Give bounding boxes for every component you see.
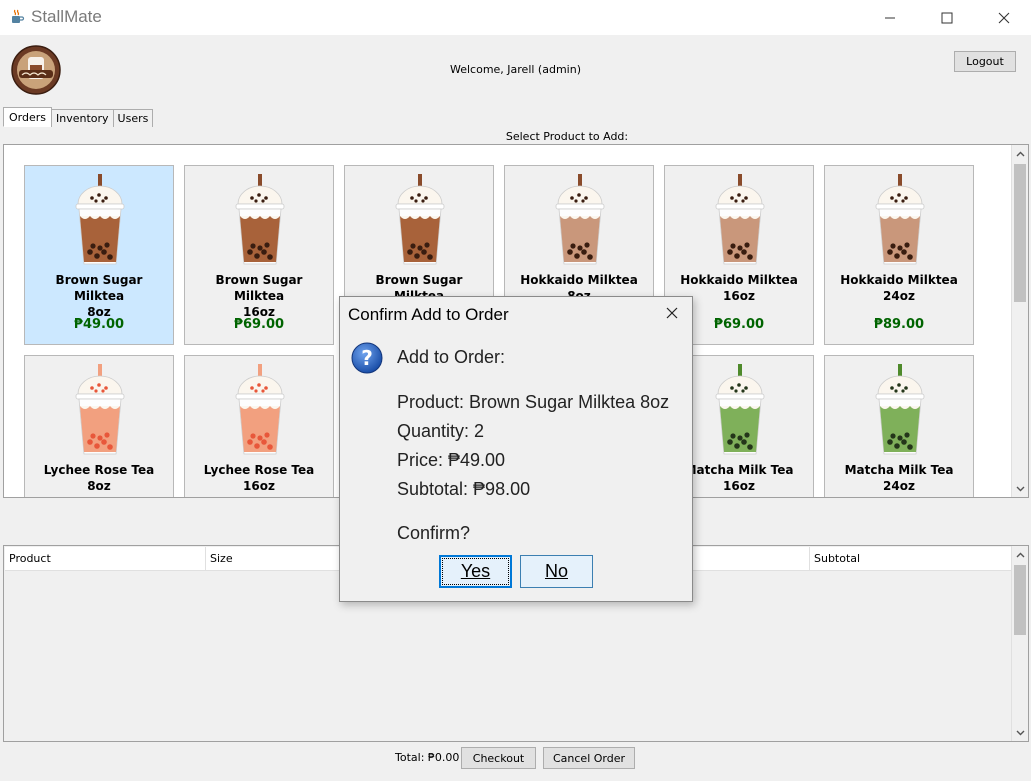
- bubble-tea-cup-icon: [235, 364, 285, 455]
- column-header-subtotal[interactable]: Subtotal: [810, 547, 1011, 571]
- welcome-message: Welcome, Jarell (admin): [449, 63, 581, 76]
- bubble-tea-cup-icon: [715, 364, 765, 455]
- product-name: Brown Sugar Milktea 16oz: [215, 273, 303, 319]
- bubble-tea-cup-icon: [875, 364, 925, 455]
- product-section-label: Select Product to Add:: [505, 130, 629, 143]
- product-grid-scrollbar[interactable]: [1011, 145, 1028, 497]
- bubble-tea-cup-icon: [75, 174, 125, 265]
- dialog-price-line: Price: ₱49.00: [397, 450, 506, 470]
- bubble-tea-cup-icon: [235, 174, 285, 265]
- tab-orders[interactable]: Orders: [3, 107, 52, 127]
- order-table-scrollbar[interactable]: [1011, 546, 1028, 741]
- close-icon: [998, 12, 1010, 23]
- column-header-product[interactable]: Product: [5, 547, 206, 571]
- bubble-tea-cup-icon: [875, 174, 925, 265]
- product-name: Brown Sugar Milktea 8oz: [55, 273, 143, 319]
- scroll-thumb[interactable]: [1014, 565, 1026, 635]
- minimize-button[interactable]: [867, 0, 913, 35]
- scroll-up-arrow[interactable]: [1012, 546, 1029, 563]
- maximize-icon: [941, 12, 953, 23]
- order-total: Total: ₱0.00: [395, 751, 460, 764]
- minimize-icon: [885, 17, 895, 18]
- product-name: Lychee Rose Tea 8oz: [43, 463, 155, 493]
- maximize-button[interactable]: [924, 0, 970, 35]
- svg-text:?: ?: [361, 346, 373, 370]
- window-title: StallMate: [31, 7, 102, 26]
- tab-inventory[interactable]: Inventory: [51, 109, 114, 127]
- scroll-up-arrow[interactable]: [1012, 145, 1028, 162]
- dialog-subtotal-line: Subtotal: ₱98.00: [397, 479, 531, 499]
- yes-button[interactable]: Yes: [439, 555, 512, 588]
- checkout-button[interactable]: Checkout: [461, 747, 536, 769]
- chevron-up-icon: [1016, 552, 1025, 557]
- close-window-button[interactable]: [981, 0, 1027, 35]
- no-button[interactable]: No: [520, 555, 593, 588]
- question-icon: ?: [351, 342, 383, 374]
- product-price: ₱89.00: [873, 317, 925, 332]
- java-cup-icon: [12, 9, 25, 23]
- dialog-product-line: Product: Brown Sugar Milktea 8oz: [397, 392, 670, 412]
- product-card[interactable]: Brown Sugar Milktea 8oz ₱49.00: [24, 165, 174, 345]
- window-titlebar: StallMate: [0, 0, 1031, 35]
- scroll-thumb[interactable]: [1014, 164, 1026, 302]
- main-tabs: Orders Inventory Users: [3, 107, 154, 127]
- dialog-confirm-prompt: Confirm?: [397, 523, 471, 543]
- product-card[interactable]: Lychee Rose Tea 16oz: [184, 355, 334, 497]
- product-price: ₱69.00: [233, 317, 285, 332]
- scroll-down-arrow[interactable]: [1012, 724, 1029, 741]
- dialog-heading: Add to Order:: [397, 347, 506, 367]
- chevron-down-icon: [1016, 730, 1025, 735]
- confirm-dialog: Confirm Add to Order ? Add to Order: Pro…: [339, 296, 693, 602]
- cancel-order-button[interactable]: Cancel Order: [543, 747, 635, 769]
- product-card[interactable]: Matcha Milk Tea 24oz: [824, 355, 974, 497]
- tab-users[interactable]: Users: [112, 109, 154, 127]
- product-name: Matcha Milk Tea 24oz: [844, 463, 954, 493]
- product-name: Hokkaido Milktea 24oz: [840, 273, 958, 303]
- product-card[interactable]: Lychee Rose Tea 8oz: [24, 355, 174, 497]
- bubble-tea-cup-icon: [75, 364, 125, 455]
- product-name: Lychee Rose Tea 16oz: [203, 463, 315, 493]
- chevron-up-icon: [1016, 151, 1025, 156]
- product-card[interactable]: Hokkaido Milktea 24oz ₱89.00: [824, 165, 974, 345]
- chevron-down-icon: [1016, 486, 1025, 491]
- product-card[interactable]: Brown Sugar Milktea 16oz ₱69.00: [184, 165, 334, 345]
- bubble-tea-cup-icon: [715, 174, 765, 265]
- bubble-tea-cup-icon: [395, 174, 445, 265]
- logout-button[interactable]: Logout: [954, 51, 1016, 72]
- scroll-down-arrow[interactable]: [1012, 480, 1028, 497]
- dialog-title: Confirm Add to Order: [348, 305, 509, 324]
- dialog-quantity-line: Quantity: 2: [397, 421, 485, 441]
- product-price: ₱49.00: [73, 317, 125, 332]
- bubble-tea-cup-icon: [555, 174, 605, 265]
- close-icon[interactable]: [664, 305, 680, 321]
